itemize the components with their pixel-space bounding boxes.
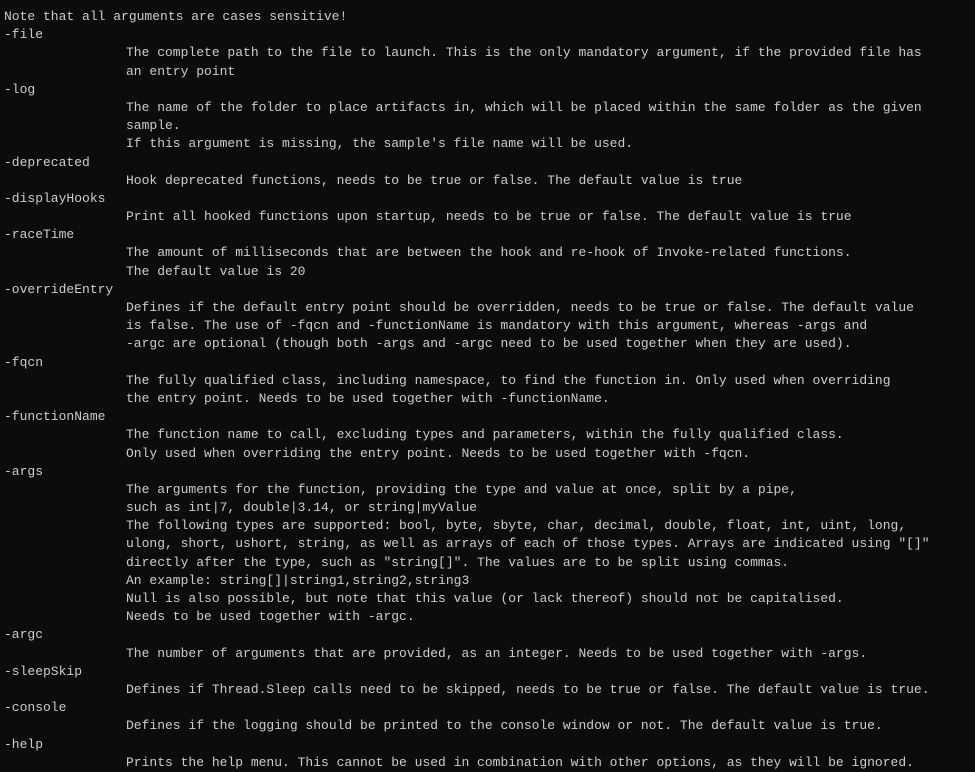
arg-name-racetime: -raceTime: [4, 226, 971, 244]
arg-deprecated: -deprecated Hook deprecated functions, n…: [4, 154, 971, 190]
arg-desc-file: The complete path to the file to launch.…: [4, 44, 971, 80]
arg-name-displayhooks: -displayHooks: [4, 190, 971, 208]
arg-overrideentry: -overrideEntry Defines if the default en…: [4, 281, 971, 354]
arg-name-overrideentry: -overrideEntry: [4, 281, 971, 299]
arg-fqcn: -fqcn The fully qualified class, includi…: [4, 354, 971, 409]
arg-console: -console Defines if the logging should b…: [4, 699, 971, 735]
intro-note: Note that all arguments are cases sensit…: [4, 8, 971, 26]
arg-sleepskip: -sleepSkip Defines if Thread.Sleep calls…: [4, 663, 971, 699]
arg-name-help: -help: [4, 736, 971, 754]
arg-desc-help: Prints the help menu. This cannot be use…: [4, 754, 971, 772]
arg-log: -log The name of the folder to place art…: [4, 81, 971, 154]
arg-args: -args The arguments for the function, pr…: [4, 463, 971, 627]
arg-name-file: -file: [4, 26, 971, 44]
arg-desc-deprecated: Hook deprecated functions, needs to be t…: [4, 172, 971, 190]
arg-desc-fqcn: The fully qualified class, including nam…: [4, 372, 971, 408]
arg-desc-log: The name of the folder to place artifact…: [4, 99, 971, 154]
arg-name-args: -args: [4, 463, 971, 481]
arg-name-argc: -argc: [4, 626, 971, 644]
arg-desc-functionname: The function name to call, excluding typ…: [4, 426, 971, 462]
arg-name-console: -console: [4, 699, 971, 717]
arg-name-fqcn: -fqcn: [4, 354, 971, 372]
arg-desc-sleepskip: Defines if Thread.Sleep calls need to be…: [4, 681, 971, 699]
arg-desc-displayhooks: Print all hooked functions upon startup,…: [4, 208, 971, 226]
arg-displayhooks: -displayHooks Print all hooked functions…: [4, 190, 971, 226]
arg-desc-argc: The number of arguments that are provide…: [4, 645, 971, 663]
arg-name-sleepskip: -sleepSkip: [4, 663, 971, 681]
arg-file: -file The complete path to the file to l…: [4, 26, 971, 81]
arg-name-deprecated: -deprecated: [4, 154, 971, 172]
arg-help: -help Prints the help menu. This cannot …: [4, 736, 971, 772]
arg-desc-overrideentry: Defines if the default entry point shoul…: [4, 299, 971, 354]
arg-racetime: -raceTime The amount of milliseconds tha…: [4, 226, 971, 281]
arg-desc-console: Defines if the logging should be printed…: [4, 717, 971, 735]
arg-name-functionname: -functionName: [4, 408, 971, 426]
arg-desc-racetime: The amount of milliseconds that are betw…: [4, 244, 971, 280]
arg-name-log: -log: [4, 81, 971, 99]
arg-desc-args: The arguments for the function, providin…: [4, 481, 971, 627]
arg-functionname: -functionName The function name to call,…: [4, 408, 971, 463]
arg-argc: -argc The number of arguments that are p…: [4, 626, 971, 662]
